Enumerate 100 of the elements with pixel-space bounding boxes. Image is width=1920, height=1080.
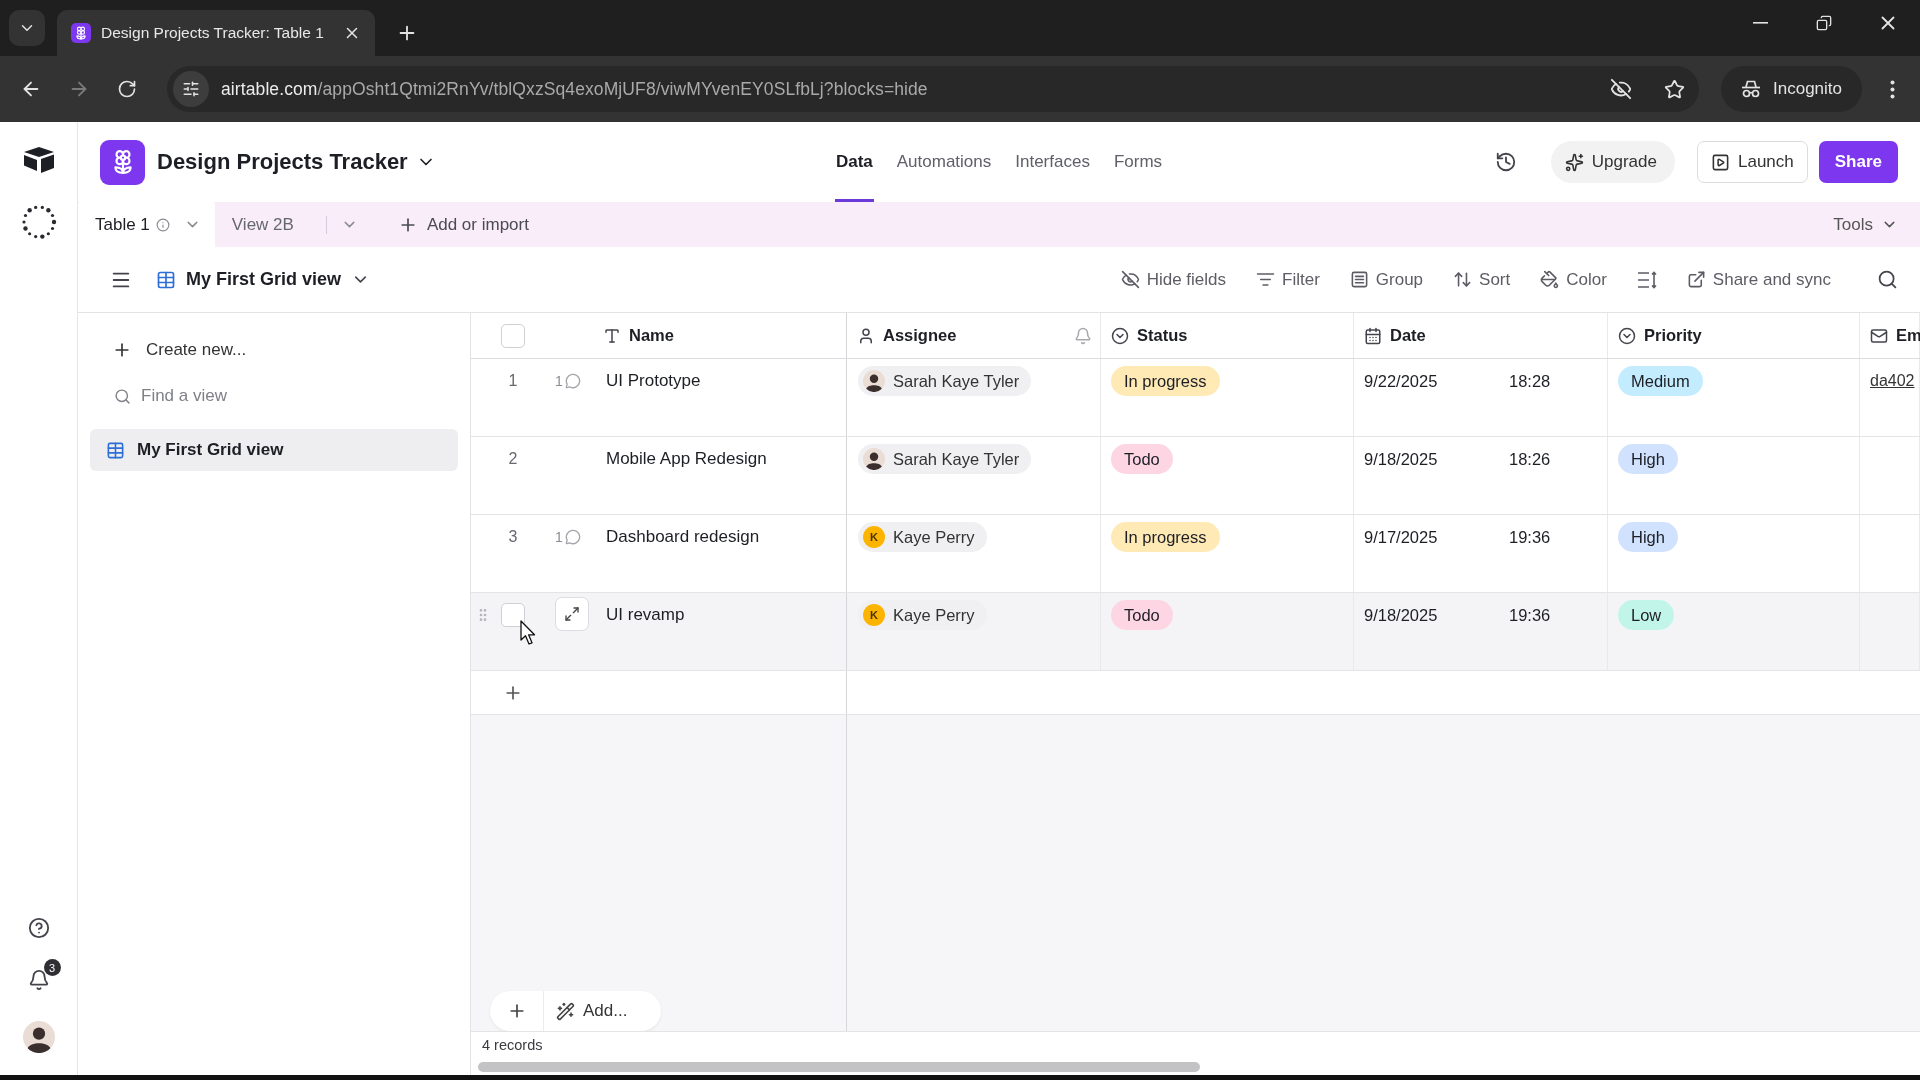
magic-wand-icon <box>556 1001 575 1021</box>
date-text: 9/22/2025 <box>1364 371 1439 392</box>
grid-view-icon <box>156 269 176 290</box>
upgrade-button[interactable]: Upgrade <box>1550 141 1675 183</box>
record-name: Dashboard redesign <box>606 526 760 548</box>
expand-icon <box>564 606 580 622</box>
date-text: 9/18/2025 <box>1364 449 1439 470</box>
assignee-name: Sarah Kaye Tyler <box>893 449 1020 469</box>
table-row[interactable]: UI revamp K Kaye Perry Todo 9/18/2025 19:36 Low <box>471 593 1920 671</box>
restore-icon <box>1816 15 1832 31</box>
column-header[interactable]: Status <box>1111 326 1188 345</box>
column-header[interactable]: Assignee <box>857 326 957 345</box>
tools-button[interactable]: Tools <box>1833 202 1898 247</box>
nav-tab[interactable]: Interfaces <box>1014 122 1091 202</box>
horizontal-scrollbar[interactable] <box>478 1062 1200 1072</box>
tab-search-button[interactable] <box>9 10 45 46</box>
select-all-checkbox[interactable] <box>501 323 525 348</box>
filter-icon <box>1256 270 1275 289</box>
priority-pill: High <box>1618 444 1678 474</box>
share-button[interactable]: Share <box>1818 141 1898 183</box>
status-pill: In progress <box>1111 366 1220 396</box>
minimize-icon <box>1752 22 1768 24</box>
row-number: 1 <box>508 372 518 390</box>
status-pill: Todo <box>1111 600 1173 630</box>
add-field-button[interactable]: Add... <box>544 991 661 1031</box>
avatar-initial: K <box>863 604 885 626</box>
assignee-name: Kaye Perry <box>893 605 975 625</box>
select-field-icon <box>1618 326 1636 345</box>
bookmark-star-icon[interactable] <box>1664 78 1685 100</box>
incognito-icon <box>1741 79 1761 99</box>
mail-icon <box>1870 326 1888 345</box>
create-new-button[interactable]: Create new... <box>90 329 458 371</box>
address-bar[interactable]: airtable.com/appOsht1Qtmi2RnYv/tblQxzSq4exoMjUF8/viwMYvenEY0SLfbLj?blocks=hide <box>167 66 1699 112</box>
time-text: 18:26 <box>1509 449 1551 470</box>
status-pill: In progress <box>1111 522 1220 552</box>
status-pill: Todo <box>1111 444 1173 474</box>
date-text: 9/17/2025 <box>1364 527 1439 548</box>
calendar-icon <box>1364 326 1382 345</box>
expand-record-button[interactable] <box>555 597 589 631</box>
nav-tab[interactable]: Forms <box>1112 122 1164 202</box>
priority-pill: High <box>1618 522 1678 552</box>
launch-button[interactable]: Launch <box>1696 141 1808 183</box>
table-row[interactable]: 2 Mobile App Redesign Sarah Kaye Tyler Todo 9/18/2025 18:26 High <box>471 437 1920 515</box>
browser-tab[interactable]: Design Projects Tracker: Table 1 <box>57 10 375 56</box>
toolbar-button[interactable]: Group <box>1345 265 1428 294</box>
notification-badge: 3 <box>43 959 61 976</box>
toolbar-button[interactable]: Hide fields <box>1116 265 1230 294</box>
record-name: Mobile App Redesign <box>606 448 767 470</box>
history-icon[interactable] <box>1494 151 1517 173</box>
play-square-icon <box>1710 152 1730 172</box>
find-view-field[interactable]: Find a view <box>141 382 391 410</box>
view-switcher[interactable]: My First Grid view <box>156 269 371 290</box>
record-name: UI revamp <box>606 604 685 626</box>
mouse-pointer-icon <box>520 620 536 646</box>
toolbar-button[interactable]: Sort <box>1449 265 1515 294</box>
comment-count: 1 <box>555 373 563 389</box>
bell-icon[interactable] <box>27 969 50 991</box>
box-logo-icon[interactable] <box>21 146 56 174</box>
time-text: 19:36 <box>1509 527 1551 548</box>
dotted-ring-icon[interactable] <box>20 204 57 240</box>
table-tab[interactable]: Table 1 <box>78 202 215 247</box>
flower-favicon-icon <box>71 23 91 43</box>
avatar-initial: K <box>863 526 885 548</box>
assignee-name: Sarah Kaye Tyler <box>893 371 1020 391</box>
list-box-icon <box>1349 270 1369 289</box>
external-link-icon <box>1686 270 1706 289</box>
nav-tab[interactable]: Automations <box>895 122 993 202</box>
user-avatar-icon <box>22 1021 55 1053</box>
date-text: 9/18/2025 <box>1364 605 1439 626</box>
row-number: 3 <box>508 528 518 546</box>
flower-logo-icon <box>100 139 145 185</box>
column-header[interactable]: Date <box>1364 326 1426 345</box>
table-row[interactable]: 1 1 UI Prototype Sarah Kaye Tyler In progress 9/22/2025 18:28 Medium da402 <box>471 359 1920 437</box>
nav-tab[interactable]: Data <box>834 122 874 202</box>
column-header[interactable]: Name <box>603 326 674 345</box>
table-tab[interactable]: View 2B <box>214 202 372 247</box>
assignee-name: Kaye Perry <box>893 527 975 547</box>
search-button[interactable] <box>1877 269 1898 290</box>
tab-title: Design Projects Tracker: Table 1 <box>101 24 325 42</box>
table-row[interactable]: 3 1 Dashboard redesign K Kaye Perry In progress 9/17/2025 19:36 High <box>471 515 1920 593</box>
row-checkbox[interactable] <box>501 603 525 627</box>
user-icon <box>857 326 875 345</box>
base-title[interactable]: Design Projects Tracker <box>157 149 436 175</box>
record-count: 4 records <box>482 1037 544 1053</box>
url-text: airtable.com/appOsht1Qtmi2RnYv/tblQxzSq4exoMjUF8/viwMYvenEY0SLfbLj?blocks=hide <box>221 78 929 100</box>
column-header[interactable]: Priority <box>1618 326 1702 345</box>
add-or-import-button[interactable]: Add or import <box>397 202 529 247</box>
incognito-button[interactable]: Incognito <box>1721 66 1862 112</box>
toolbar-button[interactable]: Share and sync <box>1682 265 1835 294</box>
email-link[interactable]: da402 <box>1870 366 1915 396</box>
view-list-item[interactable]: My First Grid view <box>90 429 458 471</box>
paint-bucket-icon <box>1540 270 1560 289</box>
record-name: UI Prototype <box>606 370 701 392</box>
column-header[interactable]: Em <box>1870 326 1920 345</box>
sparkles-icon <box>1564 152 1584 172</box>
site-settings-icon[interactable] <box>173 71 209 107</box>
toolbar-button[interactable]: Filter <box>1252 265 1324 294</box>
eye-off-icon[interactable] <box>1610 78 1632 100</box>
toolbar-button[interactable]: Color <box>1536 265 1611 294</box>
help-icon[interactable] <box>27 917 50 939</box>
